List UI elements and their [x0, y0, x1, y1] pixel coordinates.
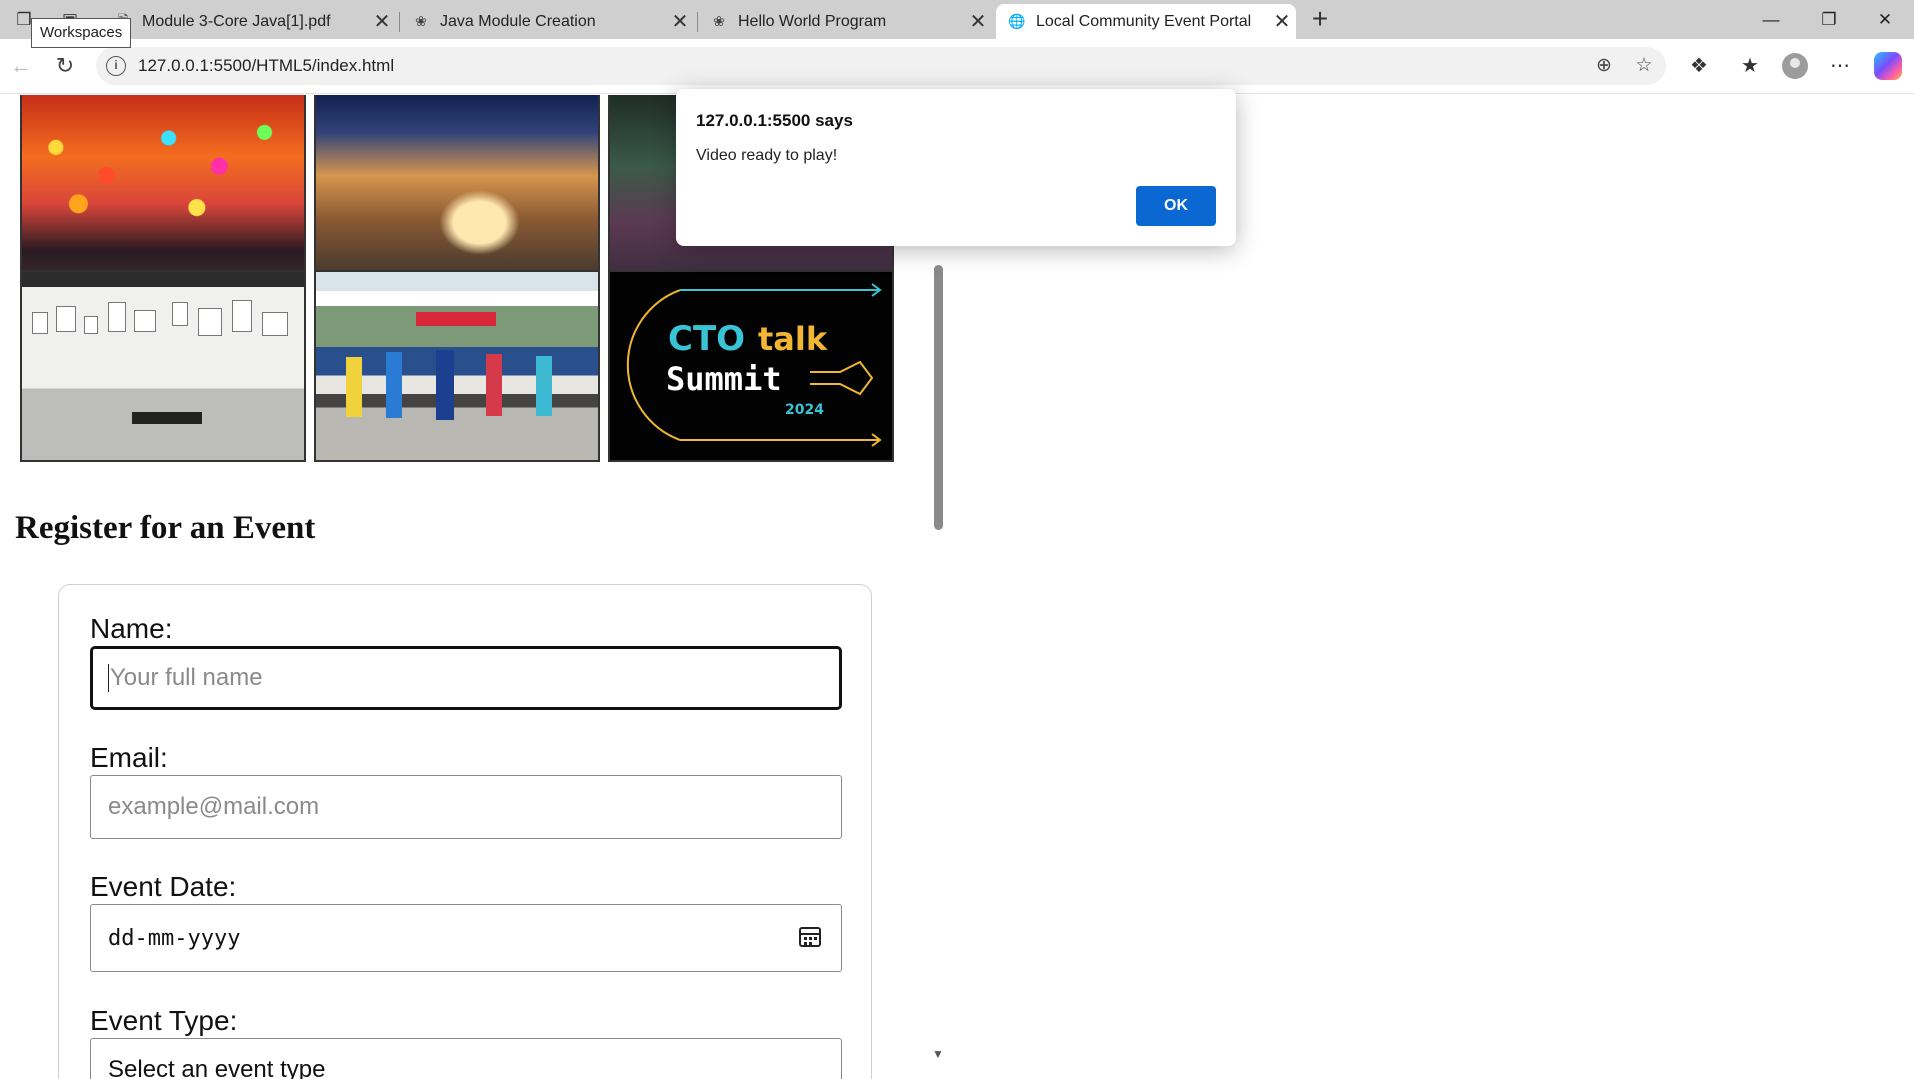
art-exhibition-image: [20, 270, 306, 462]
date-placeholder: dd-mm-yyyy: [108, 925, 241, 951]
tab-title: Local Community Event Portal: [1036, 12, 1252, 30]
tab-pdf[interactable]: 🗎 Module 3-Core Java[1].pdf ✕: [102, 4, 396, 39]
tab-title: Hello World Program: [738, 12, 887, 30]
url-text[interactable]: 127.0.0.1:5500/HTML5/index.html: [138, 56, 394, 76]
cto-summit-image: CTO talk Summit 2024: [608, 270, 894, 462]
openai-icon: ❀: [713, 13, 725, 29]
event-date-input[interactable]: dd-mm-yyyy: [90, 904, 842, 972]
alert-dialog: 127.0.0.1:5500 says Video ready to play!…: [676, 89, 1236, 246]
name-placeholder: Your full name: [110, 664, 263, 691]
email-input[interactable]: example@mail.com: [90, 775, 842, 839]
register-heading: Register for an Event: [15, 510, 316, 546]
event-type-value: Select an event type: [108, 1056, 326, 1079]
more-menu-icon[interactable]: ⋯: [1826, 52, 1854, 80]
year-logo-text: 2024: [785, 402, 824, 418]
email-label: Email:: [90, 742, 168, 773]
workspaces-tooltip: Workspaces: [31, 18, 132, 48]
dialog-message: Video ready to play!: [696, 147, 838, 164]
profile-avatar[interactable]: [1782, 53, 1808, 79]
name-label: Name:: [90, 613, 173, 644]
talk-logo-text: talk: [758, 320, 828, 358]
browser-toolbar: ← ↻ i 127.0.0.1:5500/HTML5/index.html ⊕ …: [0, 39, 1914, 94]
registration-form: Name: Your full name Email: example@mail…: [58, 584, 872, 1079]
event-type-label: Event Type:: [90, 1005, 238, 1036]
new-tab-button[interactable]: +: [1304, 4, 1336, 36]
cto-logo-text: CTO: [668, 319, 745, 359]
tab-title: Module 3-Core Java[1].pdf: [142, 12, 331, 30]
favorites-icon[interactable]: ★: [1736, 52, 1764, 80]
site-info-icon[interactable]: i: [106, 56, 126, 76]
name-input[interactable]: Your full name: [90, 646, 842, 710]
close-tab-icon[interactable]: ✕: [964, 9, 992, 34]
tab-event-portal[interactable]: 🌐 Local Community Event Portal ✕: [996, 4, 1296, 39]
close-window-button[interactable]: ✕: [1856, 0, 1914, 39]
restore-button[interactable]: ❐: [1800, 0, 1858, 39]
extensions-icon[interactable]: ❖: [1685, 52, 1713, 80]
address-bar[interactable]: i 127.0.0.1:5500/HTML5/index.html ⊕ ☆: [96, 47, 1666, 85]
tab-strip: ❒ ▣ Workspaces 🗎 Module 3-Core Java[1].p…: [0, 0, 1914, 48]
scrollbar-thumb[interactable]: [934, 265, 943, 530]
minimize-button[interactable]: —: [1742, 0, 1800, 39]
zoom-icon[interactable]: ⊕: [1592, 54, 1616, 78]
calendar-icon[interactable]: [799, 927, 821, 947]
scroll-down-arrow-icon[interactable]: ▼: [931, 1047, 945, 1061]
dialog-title: 127.0.0.1:5500 says: [696, 111, 853, 130]
globe-icon: 🌐: [1008, 13, 1026, 29]
favorite-star-icon[interactable]: ☆: [1632, 54, 1656, 78]
openai-icon: ❀: [415, 13, 427, 29]
close-tab-icon[interactable]: ✕: [1268, 9, 1296, 34]
tab-hello-world[interactable]: ❀ Hello World Program ✕: [698, 4, 992, 39]
summit-logo-text: Summit: [666, 360, 782, 398]
copilot-icon[interactable]: [1874, 52, 1902, 80]
email-placeholder: example@mail.com: [108, 793, 320, 820]
event-type-select[interactable]: Select an event type: [90, 1038, 842, 1079]
close-tab-icon[interactable]: ✕: [666, 9, 694, 34]
night-market-image: [314, 95, 600, 281]
close-tab-icon[interactable]: ✕: [368, 9, 396, 34]
ok-button[interactable]: OK: [1136, 186, 1216, 226]
event-date-label: Event Date:: [90, 871, 237, 902]
back-icon[interactable]: ←: [6, 51, 36, 81]
tab-title: Java Module Creation: [440, 12, 596, 30]
tab-java-module[interactable]: ❀ Java Module Creation ✕: [400, 4, 694, 39]
cto-summit-logo: CTO talk Summit 2024: [626, 283, 882, 447]
marathon-image: [314, 270, 600, 462]
lantern-festival-image: [20, 95, 306, 281]
reload-icon[interactable]: ↻: [50, 51, 80, 81]
text-caret: [108, 664, 109, 692]
